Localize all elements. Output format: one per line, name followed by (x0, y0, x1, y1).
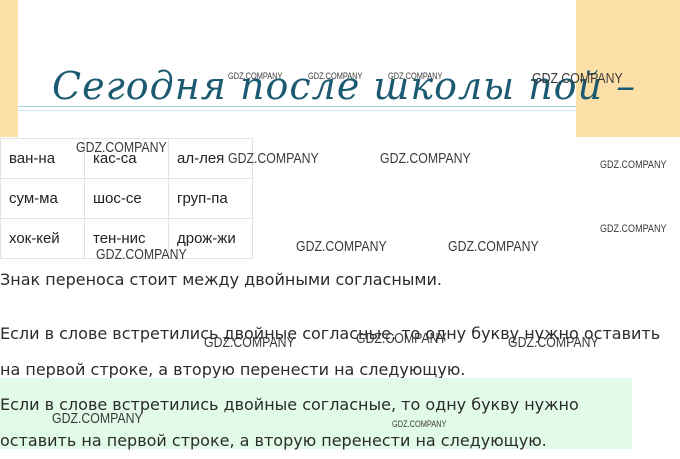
table-cell: сум-ма (0, 178, 85, 219)
watermark: GDZ.COMPANY (380, 150, 471, 167)
watermark: GDZ.COMPANY (228, 71, 283, 81)
peach-margin-left (0, 0, 18, 137)
table-row: сум-ма шос-се груп-па (0, 178, 253, 219)
watermark: GDZ.COMPANY (228, 150, 319, 167)
table-cell: шос-се (84, 178, 169, 219)
rule-explanation-line-2: на первой строке, а вторую перенести на … (0, 360, 466, 379)
highlighted-rule-line-2: оставить на первой строке, а вторую пере… (0, 431, 547, 450)
watermark: GDZ.COMPANY (308, 71, 363, 81)
watermark: GDZ.COMPANY (296, 238, 387, 255)
watermark: GDZ.COMPANY (52, 410, 143, 427)
table-cell: хок-кей (0, 218, 85, 259)
watermark: GDZ.COMPANY (448, 238, 539, 255)
watermark: GDZ.COMPANY (76, 139, 167, 156)
rule-statement: Знак переноса стоит между двойными согла… (0, 270, 442, 289)
watermark: GDZ.COMPANY (96, 246, 187, 263)
watermark: GDZ.COMPANY (388, 71, 443, 81)
watermark: GDZ.COMPANY (508, 334, 599, 351)
watermark: GDZ.COMPANY (600, 223, 667, 235)
table-cell: ван-на (0, 138, 85, 179)
watermark: GDZ.COMPANY (532, 70, 623, 87)
watermark: GDZ.COMPANY (356, 330, 447, 347)
watermark: GDZ.COMPANY (204, 334, 295, 351)
table-cell: груп-па (168, 178, 253, 219)
word-split-table: ван-на кас-са ал-лея сум-ма шос-се груп-… (0, 138, 253, 259)
watermark: GDZ.COMPANY (392, 419, 447, 429)
watermark: GDZ.COMPANY (600, 159, 667, 171)
handwriting-ruling-line-secondary (18, 110, 576, 111)
